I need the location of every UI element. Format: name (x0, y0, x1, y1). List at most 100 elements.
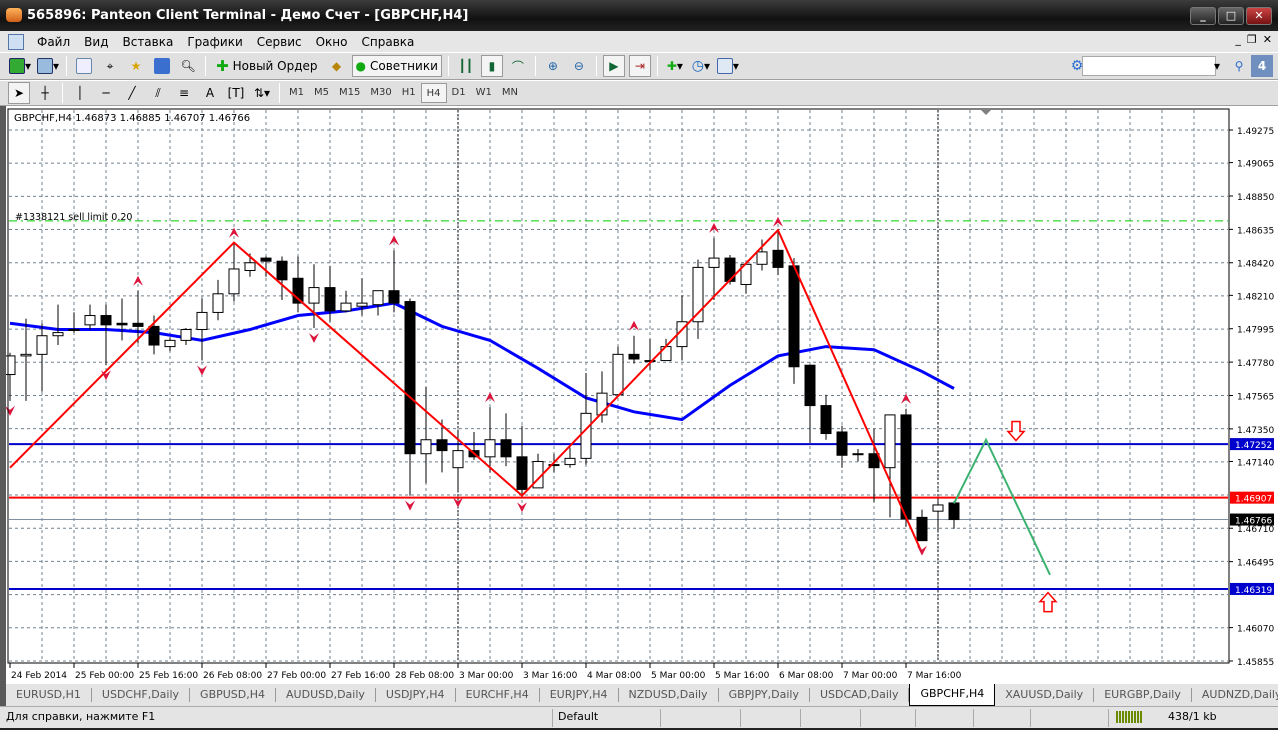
menu-tools[interactable]: Сервис (250, 35, 309, 49)
timeframe-h1[interactable]: H1 (397, 83, 421, 103)
candle-bear (500, 439, 512, 458)
market-watch-button[interactable] (73, 55, 95, 77)
chart-tab[interactable]: EURJPY,H4 (540, 688, 619, 702)
menu-insert[interactable]: Вставка (115, 35, 180, 49)
navigator-button[interactable]: ★ (125, 55, 147, 77)
text-label-button[interactable]: [T] (225, 82, 247, 104)
chart-tab[interactable]: EURGBP,Daily (1094, 688, 1192, 702)
templates-button[interactable]: ▾ (716, 55, 740, 77)
text-button[interactable]: A (199, 82, 221, 104)
close-button[interactable]: ✕ (1246, 7, 1272, 25)
trendline-button[interactable]: ╱ (121, 82, 143, 104)
text-icon: A (205, 86, 215, 100)
mdi-restore-button[interactable]: ❐ (1247, 33, 1257, 46)
chart-tab[interactable]: XAUUSD,Daily (995, 688, 1095, 702)
chart-window-icon[interactable] (8, 33, 24, 50)
trendline-icon: ╱ (128, 86, 136, 100)
timeframe-d1[interactable]: D1 (447, 83, 471, 103)
price-label: 1.46319 (1235, 586, 1272, 596)
candlestick-button[interactable]: ▮ (480, 55, 503, 77)
crosshair-button[interactable]: ┼ (34, 82, 56, 104)
candle-bull (852, 453, 864, 456)
cursor-button[interactable]: ➤ (8, 82, 30, 104)
chart-tab[interactable]: EURUSD,H1 (6, 688, 92, 702)
indicators-button[interactable]: ✚ ▾ (664, 55, 686, 77)
zigzag-line (9, 228, 923, 554)
timeframe-m1[interactable]: M1 (284, 83, 309, 103)
timeframe-m15[interactable]: M15 (334, 83, 365, 103)
chart-tab[interactable]: USDCAD,Daily (810, 688, 910, 702)
mdi-minimize-button[interactable]: _ (1235, 33, 1241, 46)
candle-bull (164, 339, 176, 348)
chart-shift-marker-icon[interactable] (981, 110, 991, 115)
clock-icon: ◷ (691, 58, 704, 74)
fractal-down-icon (197, 365, 207, 376)
chart-tab[interactable]: USDJPY,H4 (376, 688, 456, 702)
candle-bull (244, 262, 256, 272)
tester-button[interactable]: 🔍︎ (177, 55, 199, 77)
candle-bear (900, 414, 912, 520)
chart-shift-button[interactable]: ⇥ (628, 55, 651, 77)
search-button[interactable]: ⚲ (1228, 55, 1250, 77)
timeframe-h4[interactable]: H4 (420, 83, 447, 103)
status-bar: Для справки, нажмите F1 Default 438/1 kb (0, 706, 1278, 728)
equidistant-channel-button[interactable]: ⫽ (147, 82, 169, 104)
zoom-in-button[interactable]: ⊕ (542, 55, 564, 77)
x-tick-label: 26 Feb 08:00 (203, 671, 262, 681)
bar-chart-button[interactable]: ┃┃ (455, 55, 477, 77)
horizontal-line-button[interactable]: ─ (95, 82, 117, 104)
experts-button[interactable]: ● Советники (351, 55, 442, 77)
candle-bull (372, 290, 384, 306)
mdi-close-button[interactable]: ✕ (1263, 33, 1272, 46)
price-chart[interactable]: 1.49275 1.49065 1.48850 1.48635 1.48420 1.482… (6, 106, 1278, 684)
new-chart-button[interactable]: ▾ (8, 55, 32, 77)
chart-tab[interactable]: NZDUSD,Daily (619, 688, 719, 702)
timeframe-w1[interactable]: W1 (471, 83, 497, 103)
zoom-out-button[interactable]: ⊖ (568, 55, 590, 77)
auto-scroll-button[interactable]: ▶ (602, 55, 625, 77)
chart-tab[interactable]: GBPCHF,H4 (909, 684, 996, 706)
chart-tab[interactable]: GBPJPY,Daily (719, 688, 810, 702)
menu-help[interactable]: Справка (355, 35, 422, 49)
y-tick-label: 1.47780 (1237, 359, 1274, 369)
terminal-button[interactable] (151, 55, 173, 77)
chart-window[interactable]: 1.49275 1.49065 1.48850 1.48635 1.48420 1.482… (0, 106, 1278, 684)
price-label: 1.46766 (1235, 517, 1272, 527)
timeframe-m30[interactable]: M30 (365, 83, 396, 103)
chart-tab[interactable]: EURCHF,H4 (456, 688, 540, 702)
vertical-line-button[interactable]: │ (69, 82, 91, 104)
chart-tab[interactable]: USDCHF,Daily (92, 688, 191, 702)
chart-tab[interactable]: AUDUSD,Daily (276, 688, 376, 702)
timeframe-m5[interactable]: M5 (309, 83, 334, 103)
order-label: #1338121 sell limit 0.20 (15, 212, 132, 223)
chart-tab[interactable]: AUDNZD,Daily (1192, 688, 1278, 702)
search-input[interactable] (1082, 56, 1216, 76)
window-title: 565896: Panteon Client Terminal - Демо С… (27, 8, 469, 23)
chart-tab[interactable]: GBPUSD,H4 (190, 688, 277, 702)
menu-charts[interactable]: Графики (180, 35, 249, 49)
timeframe-mn[interactable]: MN (497, 83, 523, 103)
notification-count: 4 (1257, 59, 1267, 73)
line-chart-button[interactable]: ⌒ (507, 55, 529, 77)
notifications-button[interactable]: 4 (1251, 55, 1273, 77)
candle-bear (260, 257, 272, 262)
menu-file[interactable]: Файл (30, 35, 77, 49)
menu-window[interactable]: Окно (309, 35, 355, 49)
maximize-button[interactable]: □ (1218, 7, 1244, 25)
candle-bear (116, 322, 128, 326)
profiles-button[interactable]: ▾ (36, 55, 60, 77)
vertical-line-icon: │ (76, 86, 84, 100)
metaeditor-button[interactable]: ◆ (326, 55, 348, 77)
periods-button[interactable]: ◷ ▾ (690, 55, 712, 77)
search-dropdown[interactable]: ▾ (1206, 55, 1228, 77)
menu-view[interactable]: Вид (77, 35, 115, 49)
new-order-button[interactable]: ✚ Новый Ордер (212, 55, 321, 77)
fibonacci-button[interactable]: ≡ (173, 82, 195, 104)
arrow-down-icon (1006, 420, 1026, 442)
data-window-button[interactable]: ⌖ (99, 55, 121, 77)
minimize-button[interactable]: _ (1190, 7, 1216, 25)
candle-bear (324, 287, 336, 312)
arrows-button[interactable]: ⇅▾ (251, 82, 273, 104)
y-tick-label: 1.48210 (1237, 292, 1274, 302)
candle-bull (580, 412, 592, 459)
